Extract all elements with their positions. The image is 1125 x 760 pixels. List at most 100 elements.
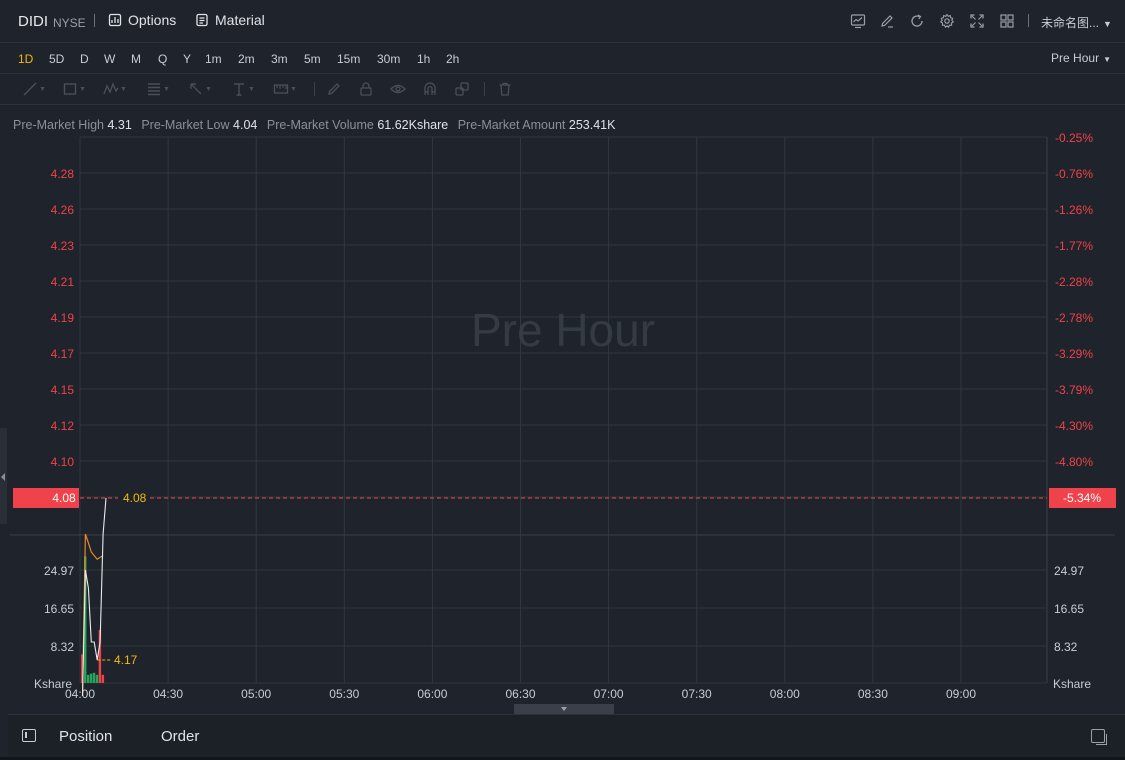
- options-icon: [108, 13, 122, 27]
- price-tick-label: 4.28: [51, 167, 75, 181]
- price-tick-label: 4.23: [51, 239, 75, 253]
- premarket-amount-label: Pre-Market Amount: [457, 118, 566, 132]
- trend-line-icon[interactable]: ▼: [22, 81, 46, 97]
- refresh-icon[interactable]: [908, 12, 926, 30]
- popout-icon[interactable]: [1091, 729, 1107, 745]
- price-markers: 4.17 4.08 -5.34% 4.08: [13, 488, 1116, 667]
- percent-tick-label: -2.28%: [1055, 275, 1093, 289]
- options-button[interactable]: Options: [108, 12, 176, 28]
- period-2m[interactable]: 2m: [238, 52, 255, 66]
- material-button[interactable]: Material: [195, 12, 265, 28]
- volume-unit-label: Kshare: [1053, 677, 1091, 691]
- current-price-badge-label: 4.08: [52, 491, 76, 505]
- premarket-low-label: Pre-Market Low: [141, 118, 230, 132]
- price-tick-label: 4.15: [51, 383, 75, 397]
- session-selector[interactable]: Pre Hour ▼: [1051, 51, 1111, 65]
- indicator-icon[interactable]: [849, 12, 867, 30]
- period-5D[interactable]: 5D: [49, 52, 64, 66]
- fullscreen-icon[interactable]: [968, 12, 986, 30]
- toolbar-divider: [484, 82, 485, 96]
- settings-gear-icon[interactable]: [938, 12, 956, 30]
- tab-order[interactable]: Order: [161, 728, 199, 745]
- period-5m[interactable]: 5m: [304, 52, 321, 66]
- toolbar-divider: [314, 82, 315, 96]
- fibonacci-icon[interactable]: ▼: [146, 81, 170, 97]
- premarket-info: Pre-Market High 4.31 Pre-Market Low 4.04…: [13, 118, 621, 132]
- period-1D[interactable]: 1D: [18, 52, 33, 66]
- percent-tick-label: -4.30%: [1055, 419, 1093, 433]
- layout-name: 未命名图...: [1041, 16, 1100, 30]
- premarket-low-value: 4.04: [233, 118, 258, 132]
- price-tick-label: 4.10: [51, 455, 75, 469]
- collapse-handle[interactable]: [514, 704, 614, 714]
- volume-bar: [95, 674, 99, 683]
- percent-tick-label: -3.79%: [1055, 383, 1093, 397]
- tab-position[interactable]: Position: [59, 728, 112, 745]
- period-Q[interactable]: Q: [158, 52, 167, 66]
- bottom-panel: Position Order: [8, 714, 1125, 759]
- price-chart[interactable]: Pre Hour 4.28 4.26 4.23 4.21 4.19 4.17 4.15 4.1…: [0, 104, 1125, 704]
- period-M[interactable]: M: [131, 52, 141, 66]
- volume-tick-label: 24.97: [44, 564, 74, 578]
- price-tick-label: 4.19: [51, 311, 75, 325]
- measure-icon[interactable]: ▼: [273, 81, 297, 97]
- text-tool-icon[interactable]: ▼: [231, 81, 255, 97]
- lock-icon[interactable]: [358, 81, 374, 97]
- time-axis: 04:00 04:30 05:00 05:30 06:00 06:30 07:00 07:30…: [65, 687, 976, 701]
- period-2h[interactable]: 2h: [446, 52, 459, 66]
- time-tick-label: 05:00: [241, 687, 271, 701]
- period-30m[interactable]: 30m: [377, 52, 400, 66]
- volume-tick-label: 16.65: [1054, 602, 1084, 616]
- premarket-amount-value: 253.41K: [568, 118, 616, 132]
- arrow-icon[interactable]: ▼: [188, 81, 212, 97]
- volume-tick-label: 8.32: [1054, 640, 1078, 654]
- volume-tick-label: 24.97: [1054, 564, 1084, 578]
- volume-tick-label: 8.32: [51, 640, 75, 654]
- premarket-high-value: 4.31: [107, 118, 132, 132]
- trash-icon[interactable]: [497, 81, 513, 97]
- layout-selector[interactable]: 未命名图... ▼: [1041, 14, 1112, 31]
- percent-tick-label: -0.76%: [1055, 167, 1093, 181]
- time-tick-label: 06:30: [505, 687, 535, 701]
- period-15m[interactable]: 15m: [337, 52, 360, 66]
- pattern-icon[interactable]: ▼: [103, 81, 127, 97]
- pen-icon[interactable]: [326, 81, 342, 97]
- side-panel-toggle[interactable]: [0, 428, 7, 524]
- rectangle-icon[interactable]: ▼: [62, 81, 86, 97]
- period-3m[interactable]: 3m: [271, 52, 288, 66]
- chevron-down-icon: ▼: [1103, 19, 1112, 29]
- material-label: Material: [215, 12, 265, 28]
- toolbar-divider: [94, 14, 95, 27]
- time-tick-label: 08:30: [858, 687, 888, 701]
- volume-bar: [89, 673, 93, 683]
- period-1h[interactable]: 1h: [417, 52, 430, 66]
- time-tick-label: 05:30: [329, 687, 359, 701]
- period-W[interactable]: W: [104, 52, 115, 66]
- document-icon: [196, 13, 208, 27]
- period-D[interactable]: D: [80, 52, 89, 66]
- volume-bar: [101, 674, 105, 683]
- volume-axis: 24.97 24.9716.65 16.658.32 8.32Kshare Kshare: [34, 564, 1091, 691]
- time-tick-label: 06:00: [417, 687, 447, 701]
- drawing-toolbar: ▼ ▼ ▼ ▼ ▼ ▼ ▼: [0, 74, 1125, 105]
- layout-grid-icon[interactable]: [998, 12, 1016, 30]
- time-tick-label: 07:00: [594, 687, 624, 701]
- toolbar-divider: [1028, 14, 1029, 27]
- magnet-icon[interactable]: [422, 81, 438, 97]
- session-label: Pre Hour: [1051, 51, 1100, 65]
- panel-toggle-icon[interactable]: [22, 729, 36, 742]
- link-icon[interactable]: [454, 81, 470, 97]
- eye-icon[interactable]: [390, 81, 406, 97]
- price-tick-label: 4.26: [51, 203, 75, 217]
- time-tick-label: 04:00: [65, 687, 95, 701]
- symbol-name[interactable]: DIDI: [18, 13, 48, 30]
- premarket-high-label: Pre-Market High: [13, 118, 104, 132]
- edit-icon[interactable]: [878, 12, 896, 30]
- time-tick-label: 09:00: [946, 687, 976, 701]
- time-tick-label: 07:30: [682, 687, 712, 701]
- options-label: Options: [128, 12, 177, 28]
- percent-axis-right: -0.25% -0.76% -1.26% -1.77% -2.28% -2.78% -3.2…: [1055, 131, 1093, 469]
- period-1m[interactable]: 1m: [205, 52, 222, 66]
- period-Y[interactable]: Y: [183, 52, 191, 66]
- volume-tick-label: 16.65: [44, 602, 74, 616]
